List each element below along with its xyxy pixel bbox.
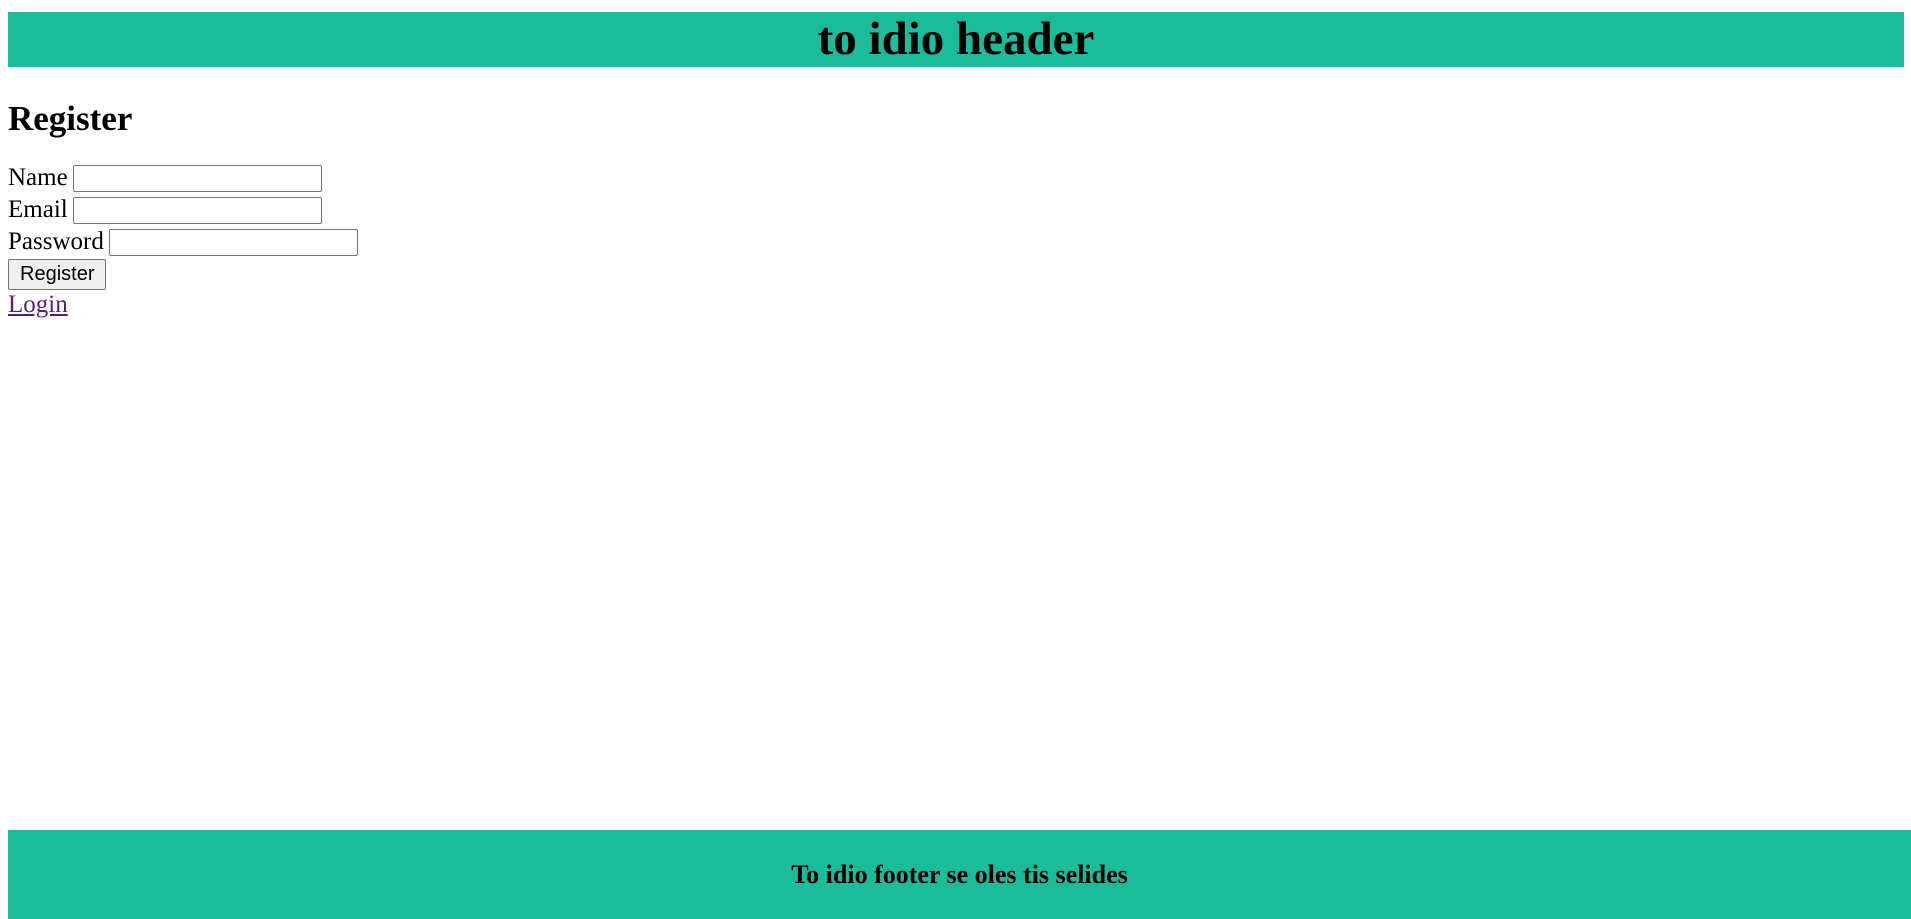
page-title: Register xyxy=(8,99,133,138)
password-row: Password xyxy=(8,226,358,258)
register-section: Register Name Email Password Register Lo… xyxy=(8,94,358,320)
register-button[interactable]: Register xyxy=(8,258,107,290)
submit-row: Register xyxy=(8,258,358,290)
header-title: to idio header xyxy=(817,13,1095,65)
name-row: Name xyxy=(8,162,358,194)
site-header: to idio header xyxy=(8,12,1904,67)
site-footer: To idio footer se oles tis selides xyxy=(8,830,1911,919)
login-link[interactable]: Login xyxy=(8,291,68,318)
email-row: Email xyxy=(8,194,358,226)
register-form: Name Email Password Register xyxy=(8,162,358,290)
login-link-row: Login xyxy=(8,290,358,320)
email-label: Email xyxy=(8,196,68,223)
password-label: Password xyxy=(8,228,104,255)
page: to idio header Register Name Email Passw… xyxy=(0,0,1911,919)
email-field[interactable] xyxy=(72,196,322,224)
footer-text: To idio footer se oles tis selides xyxy=(791,859,1128,889)
password-field[interactable] xyxy=(108,228,358,256)
name-field[interactable] xyxy=(72,164,322,192)
name-label: Name xyxy=(8,164,68,191)
